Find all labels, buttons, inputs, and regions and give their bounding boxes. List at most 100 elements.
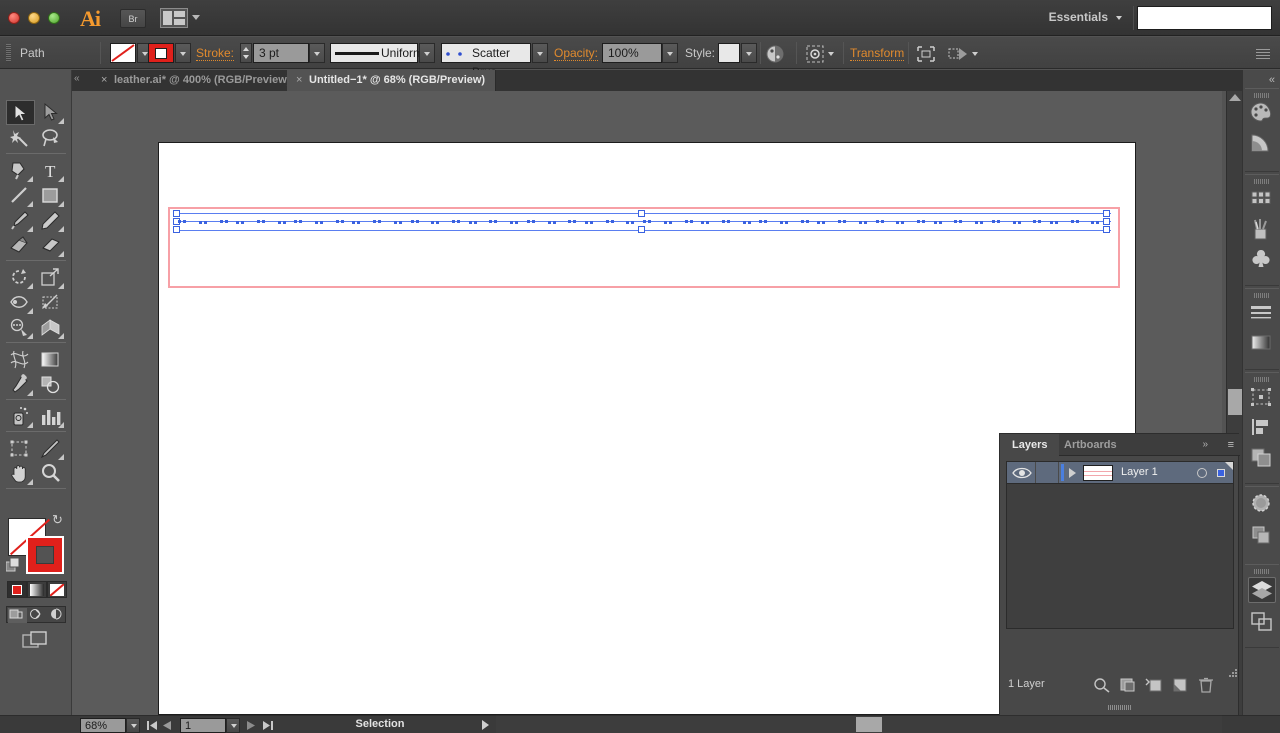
arrange-documents-chevron-down-icon[interactable] bbox=[192, 15, 200, 20]
align-panel-icon[interactable] bbox=[916, 45, 936, 63]
vertical-scroll-thumb[interactable] bbox=[1228, 389, 1242, 415]
selection-handle-bl[interactable] bbox=[173, 226, 180, 233]
document-tab-leather[interactable]: × leather.ai* @ 400% (RGB/Preview) bbox=[92, 70, 301, 91]
screen-mode-button[interactable] bbox=[22, 630, 50, 650]
next-artboard-icon[interactable] bbox=[246, 720, 256, 731]
draw-normal-mode-icon[interactable] bbox=[8, 608, 27, 623]
artboard-tool[interactable] bbox=[6, 436, 35, 461]
symbols-panel-icon[interactable] bbox=[1248, 247, 1276, 273]
panel-resize-grip[interactable] bbox=[1228, 668, 1238, 678]
dock-group-grip[interactable] bbox=[1254, 179, 1270, 184]
zoom-level-chevron-down-icon[interactable] bbox=[126, 718, 140, 733]
gradient-panel-icon[interactable] bbox=[1248, 331, 1276, 357]
layer-target-icon[interactable] bbox=[1197, 468, 1207, 478]
layer-name-label[interactable]: Layer 1 bbox=[1121, 466, 1158, 478]
paintbrush-tool[interactable] bbox=[6, 208, 35, 233]
mesh-tool[interactable] bbox=[6, 347, 35, 372]
artboards-panel-icon[interactable] bbox=[1248, 609, 1276, 635]
stroke-color-swatch[interactable] bbox=[26, 536, 64, 574]
gradient-mode-button[interactable] bbox=[27, 581, 47, 598]
transform-panel-icon[interactable] bbox=[1248, 385, 1276, 411]
color-mode-button[interactable] bbox=[7, 581, 27, 598]
expand-panel-icon[interactable]: » bbox=[1202, 439, 1208, 450]
arrange-documents-icon[interactable] bbox=[160, 8, 188, 28]
recolor-artwork-icon[interactable] bbox=[766, 45, 784, 63]
pathfinder-panel-icon[interactable] bbox=[1248, 445, 1276, 471]
document-tab-untitled[interactable]: × Untitled−1* @ 68% (RGB/Preview) bbox=[287, 70, 496, 91]
dock-group-grip[interactable] bbox=[1254, 93, 1270, 98]
selection-tool[interactable] bbox=[6, 100, 35, 125]
type-tool[interactable]: T bbox=[37, 158, 66, 183]
minimize-window-button[interactable] bbox=[28, 12, 40, 24]
zoom-level-input[interactable]: 68% bbox=[80, 718, 126, 733]
draw-behind-mode-icon[interactable] bbox=[28, 608, 47, 623]
launch-bridge-button[interactable]: Br bbox=[120, 9, 146, 28]
dock-group-grip[interactable] bbox=[1254, 377, 1270, 382]
rotate-tool[interactable] bbox=[6, 265, 35, 290]
eyedropper-tool[interactable] bbox=[6, 372, 35, 397]
selection-handle-tc[interactable] bbox=[638, 210, 645, 217]
create-new-layer-icon[interactable] bbox=[1170, 676, 1192, 694]
layer-expand-triangle-icon[interactable] bbox=[1069, 468, 1076, 478]
opacity-input[interactable]: 100% bbox=[602, 43, 662, 63]
workspace-switcher[interactable]: Essentials bbox=[1049, 10, 1108, 24]
selection-handle-tr[interactable] bbox=[1103, 210, 1110, 217]
create-new-sublayer-icon[interactable] bbox=[1144, 676, 1166, 694]
transform-button[interactable]: Transform bbox=[850, 46, 904, 60]
pen-tool[interactable] bbox=[6, 158, 35, 183]
isolate-selected-object-icon[interactable] bbox=[806, 45, 826, 63]
brushes-panel-icon[interactable] bbox=[1248, 217, 1276, 243]
close-window-button[interactable] bbox=[8, 12, 20, 24]
opacity-chevron-down-icon[interactable] bbox=[662, 43, 678, 63]
first-artboard-icon[interactable] bbox=[146, 720, 158, 731]
control-bar-menu-icon[interactable] bbox=[1256, 49, 1270, 59]
hand-tool[interactable] bbox=[6, 461, 35, 486]
layers-list[interactable]: Layer 1 bbox=[1006, 461, 1234, 629]
column-graph-tool[interactable] bbox=[37, 404, 66, 429]
selection-handle-br[interactable] bbox=[1103, 226, 1110, 233]
dock-group-grip[interactable] bbox=[1254, 569, 1270, 574]
layer-lock-toggle[interactable] bbox=[1035, 462, 1059, 483]
delete-selection-icon[interactable] bbox=[1196, 676, 1218, 694]
rectangle-tool[interactable] bbox=[37, 183, 66, 208]
layer-selection-indicator[interactable] bbox=[1217, 469, 1225, 477]
transparency-panel-icon[interactable] bbox=[1248, 491, 1276, 517]
artboard-number-chevron-down-icon[interactable] bbox=[226, 718, 240, 733]
slice-tool[interactable] bbox=[37, 436, 66, 461]
lasso-tool[interactable] bbox=[37, 126, 66, 151]
stroke-weight-chevron-down-icon[interactable] bbox=[309, 43, 325, 63]
isolate-chevron-down-icon[interactable] bbox=[828, 52, 834, 56]
variable-width-profile-chevron-down-icon[interactable] bbox=[419, 43, 435, 63]
pencil-tool[interactable] bbox=[37, 208, 66, 233]
brush-definition-chevron-down-icon[interactable] bbox=[532, 43, 548, 63]
horizontal-scroll-thumb[interactable] bbox=[856, 717, 882, 732]
stroke-panel-icon[interactable] bbox=[1248, 301, 1276, 327]
variable-width-profile-select[interactable]: Uniform bbox=[330, 43, 418, 63]
free-transform-tool[interactable] bbox=[37, 290, 66, 315]
panel-menu-icon[interactable]: ≡ bbox=[1228, 439, 1234, 451]
brush-definition-select[interactable]: Scatter Brus... bbox=[441, 43, 531, 63]
status-menu-icon[interactable] bbox=[482, 720, 489, 730]
close-icon[interactable]: × bbox=[296, 70, 302, 91]
eraser-tool[interactable] bbox=[37, 233, 66, 258]
tab-layers[interactable]: Layers bbox=[1000, 434, 1059, 456]
zoom-tool[interactable] bbox=[37, 461, 66, 486]
color-panel-icon[interactable] bbox=[1248, 101, 1276, 127]
locate-object-icon[interactable] bbox=[1092, 676, 1114, 694]
make-release-clipping-mask-icon[interactable] bbox=[1118, 676, 1140, 694]
stroke-weight-input[interactable]: 3 pt bbox=[253, 43, 309, 63]
zoom-window-button[interactable] bbox=[48, 12, 60, 24]
none-mode-button[interactable] bbox=[47, 581, 67, 598]
direct-selection-tool[interactable] bbox=[37, 100, 66, 125]
layers-panel-icon[interactable] bbox=[1248, 577, 1276, 603]
graphic-style-swatch[interactable] bbox=[718, 43, 740, 63]
control-bar-grip[interactable] bbox=[6, 44, 11, 62]
selection-handle-bc[interactable] bbox=[638, 226, 645, 233]
close-icon[interactable]: × bbox=[101, 70, 107, 91]
blend-tool[interactable] bbox=[37, 372, 66, 397]
tab-artboards[interactable]: Artboards bbox=[1052, 434, 1129, 456]
table-row[interactable]: Layer 1 bbox=[1007, 462, 1233, 484]
default-fill-stroke-icon[interactable] bbox=[6, 558, 20, 572]
swatches-panel-icon[interactable] bbox=[1248, 187, 1276, 213]
scale-tool[interactable] bbox=[37, 265, 66, 290]
